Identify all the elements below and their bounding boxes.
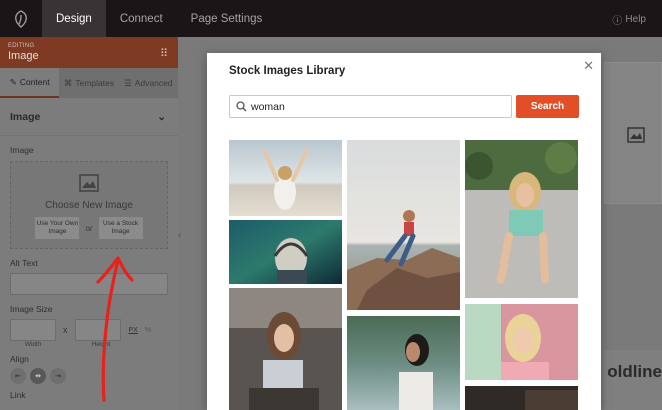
- align-right-button[interactable]: ⇥: [50, 368, 66, 384]
- close-icon[interactable]: ✕: [583, 58, 594, 74]
- help-label: Help: [625, 14, 646, 25]
- search-input[interactable]: [251, 100, 491, 113]
- tab-connect[interactable]: Connect: [106, 0, 177, 37]
- question-circle-icon: ⓘ: [612, 16, 623, 27]
- sliders-icon: ☰: [124, 77, 132, 88]
- chevron-down-icon: ⌄: [157, 110, 166, 123]
- element-name: Image: [8, 50, 39, 62]
- use-stock-image-button[interactable]: Use a Stock Image: [98, 217, 143, 239]
- modal-title: Stock Images Library: [229, 65, 346, 77]
- tab-advanced[interactable]: ☰ Advanced: [119, 68, 178, 98]
- section-header-image[interactable]: Image ⌄: [0, 98, 178, 136]
- sidebar-tabs: ✎ Content ⌘ Templates ☰ Advanced: [0, 68, 178, 98]
- tab-page-settings[interactable]: Page Settings: [177, 0, 277, 37]
- image-dropzone[interactable]: Choose New Image Use Your Own Image or U…: [10, 161, 168, 249]
- collapse-sidebar-chevron-icon[interactable]: ‹: [178, 230, 181, 241]
- drag-handle-icon[interactable]: ⠿: [160, 47, 169, 60]
- brush-icon: ⌘: [63, 77, 73, 88]
- align-left-button[interactable]: ⇤: [10, 368, 26, 384]
- editing-header: EDITING Image ⠿: [0, 37, 178, 68]
- width-input[interactable]: [10, 319, 56, 341]
- stock-image-woman-white-top-lake[interactable]: [347, 316, 460, 410]
- or-text: or: [85, 223, 93, 233]
- search-icon: [236, 101, 247, 112]
- image-icon: [627, 127, 645, 148]
- preview-image-placeholder: [604, 62, 662, 204]
- stock-image-woman-raising-arms-beach[interactable]: [229, 140, 342, 216]
- search-field[interactable]: [229, 95, 512, 118]
- stock-image-blonde-woman-smiling-pink[interactable]: [465, 304, 578, 380]
- use-own-image-button[interactable]: Use Your Own Image: [35, 217, 80, 239]
- width-label: Width: [24, 341, 42, 348]
- help-link[interactable]: ⓘ Help: [612, 12, 646, 27]
- editing-label: EDITING: [8, 43, 35, 49]
- unit-percent-toggle[interactable]: %: [145, 327, 151, 334]
- preview-heading: oldline: [607, 362, 662, 381]
- image-label: Image: [10, 145, 34, 155]
- tab-content[interactable]: ✎ Content: [0, 68, 60, 98]
- size-separator: x: [63, 325, 68, 335]
- tab-design[interactable]: Design: [42, 0, 106, 37]
- tab-templates[interactable]: ⌘ Templates: [59, 68, 118, 98]
- stock-image-woman-green-top-sitting-sand[interactable]: [465, 140, 578, 298]
- stock-image-woman-headphones-night[interactable]: [229, 220, 342, 284]
- stock-image-woman-sitting-on-rocks-lake[interactable]: [347, 140, 460, 310]
- pencil-icon: ✎: [9, 76, 17, 87]
- app-logo-icon[interactable]: [0, 0, 42, 37]
- image-icon: [11, 174, 167, 197]
- stock-images-modal: ✕ Stock Images Library Search: [207, 53, 601, 410]
- top-navigation-bar: Design Connect Page Settings ⓘ Help: [0, 0, 662, 37]
- align-center-button[interactable]: ⇹: [30, 368, 46, 384]
- stock-image-woman-grey-top-window[interactable]: [229, 288, 342, 410]
- search-button[interactable]: Search: [516, 95, 579, 118]
- stock-image-photo-partial[interactable]: [465, 386, 578, 410]
- choose-new-image-text: Choose New Image: [45, 200, 133, 211]
- annotation-arrow-icon: [96, 256, 134, 402]
